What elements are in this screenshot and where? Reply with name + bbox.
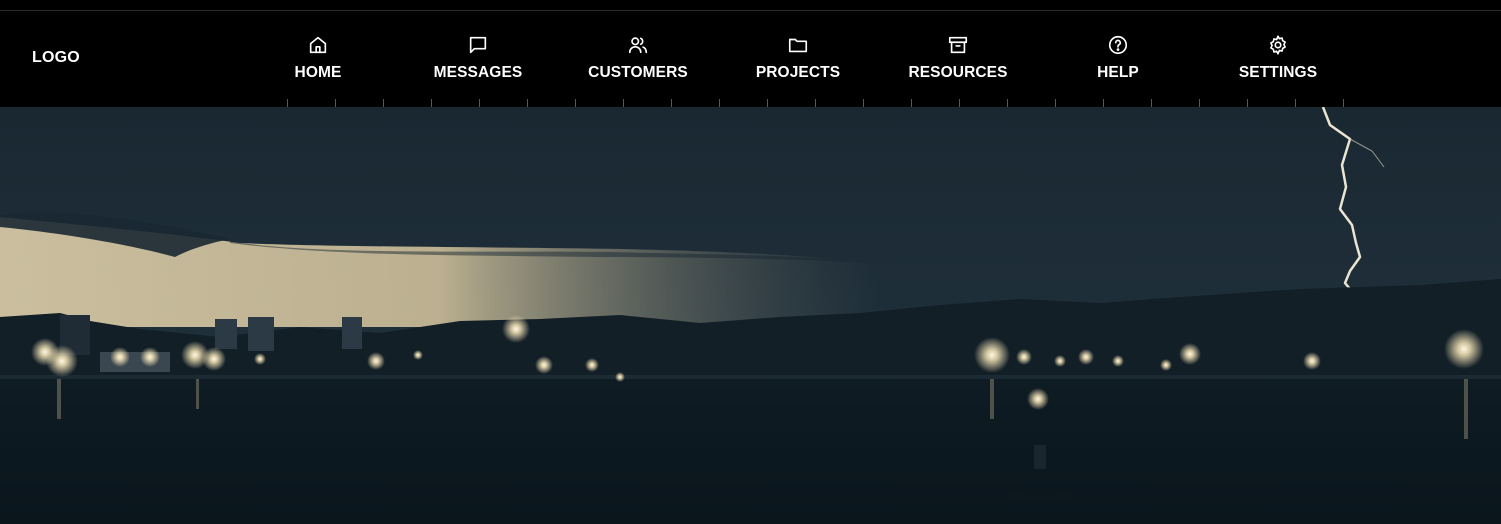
hero-banner bbox=[0, 107, 1501, 524]
nav-item-home[interactable]: HOME bbox=[238, 11, 398, 107]
tick bbox=[575, 99, 576, 107]
tick bbox=[815, 99, 816, 107]
hero-image bbox=[0, 107, 1501, 524]
tick bbox=[671, 99, 672, 107]
nav-item-resources[interactable]: RESOURCES bbox=[878, 11, 1038, 107]
tick bbox=[959, 99, 960, 107]
tick bbox=[383, 99, 384, 107]
tick bbox=[1055, 99, 1056, 107]
tick bbox=[287, 99, 288, 107]
navbar: LOGO HOME MESSAGES CUSTOMERS PROJECTS RE… bbox=[0, 11, 1501, 107]
gear-icon bbox=[1267, 34, 1289, 56]
nav-label-messages: MESSAGES bbox=[433, 64, 523, 81]
nav-item-projects[interactable]: PROJECTS bbox=[718, 11, 878, 107]
folder-icon bbox=[787, 34, 809, 56]
tick bbox=[335, 99, 336, 107]
tick bbox=[1103, 99, 1104, 107]
tick bbox=[431, 99, 432, 107]
tick bbox=[767, 99, 768, 107]
nav-label-settings: SETTINGS bbox=[1238, 64, 1318, 81]
tick bbox=[863, 99, 864, 107]
tick bbox=[1199, 99, 1200, 107]
nav-item-customers[interactable]: CUSTOMERS bbox=[558, 11, 718, 107]
tick bbox=[623, 99, 624, 107]
nav-label-help: HELP bbox=[1097, 64, 1139, 81]
nav-label-projects: PROJECTS bbox=[755, 64, 841, 81]
nav-item-settings[interactable]: SETTINGS bbox=[1198, 11, 1358, 107]
nav-tick-marks bbox=[0, 99, 1501, 107]
nav-label-customers: CUSTOMERS bbox=[588, 64, 688, 81]
tick bbox=[1151, 99, 1152, 107]
tick bbox=[527, 99, 528, 107]
tick bbox=[911, 99, 912, 107]
nav-item-messages[interactable]: MESSAGES bbox=[398, 11, 558, 107]
tick bbox=[719, 99, 720, 107]
top-border bbox=[0, 0, 1501, 11]
nav-item-help[interactable]: HELP bbox=[1038, 11, 1198, 107]
nav-label-resources: RESOURCES bbox=[908, 64, 1008, 81]
tick bbox=[1343, 99, 1344, 107]
logo[interactable]: LOGO bbox=[32, 49, 80, 67]
tick bbox=[1007, 99, 1008, 107]
archive-icon bbox=[947, 34, 969, 56]
tick bbox=[479, 99, 480, 107]
tick bbox=[1247, 99, 1248, 107]
help-icon bbox=[1107, 34, 1129, 56]
home-icon bbox=[307, 34, 329, 56]
users-icon bbox=[627, 34, 649, 56]
tick bbox=[1295, 99, 1296, 107]
nav-label-home: HOME bbox=[294, 64, 342, 81]
message-icon bbox=[467, 34, 489, 56]
